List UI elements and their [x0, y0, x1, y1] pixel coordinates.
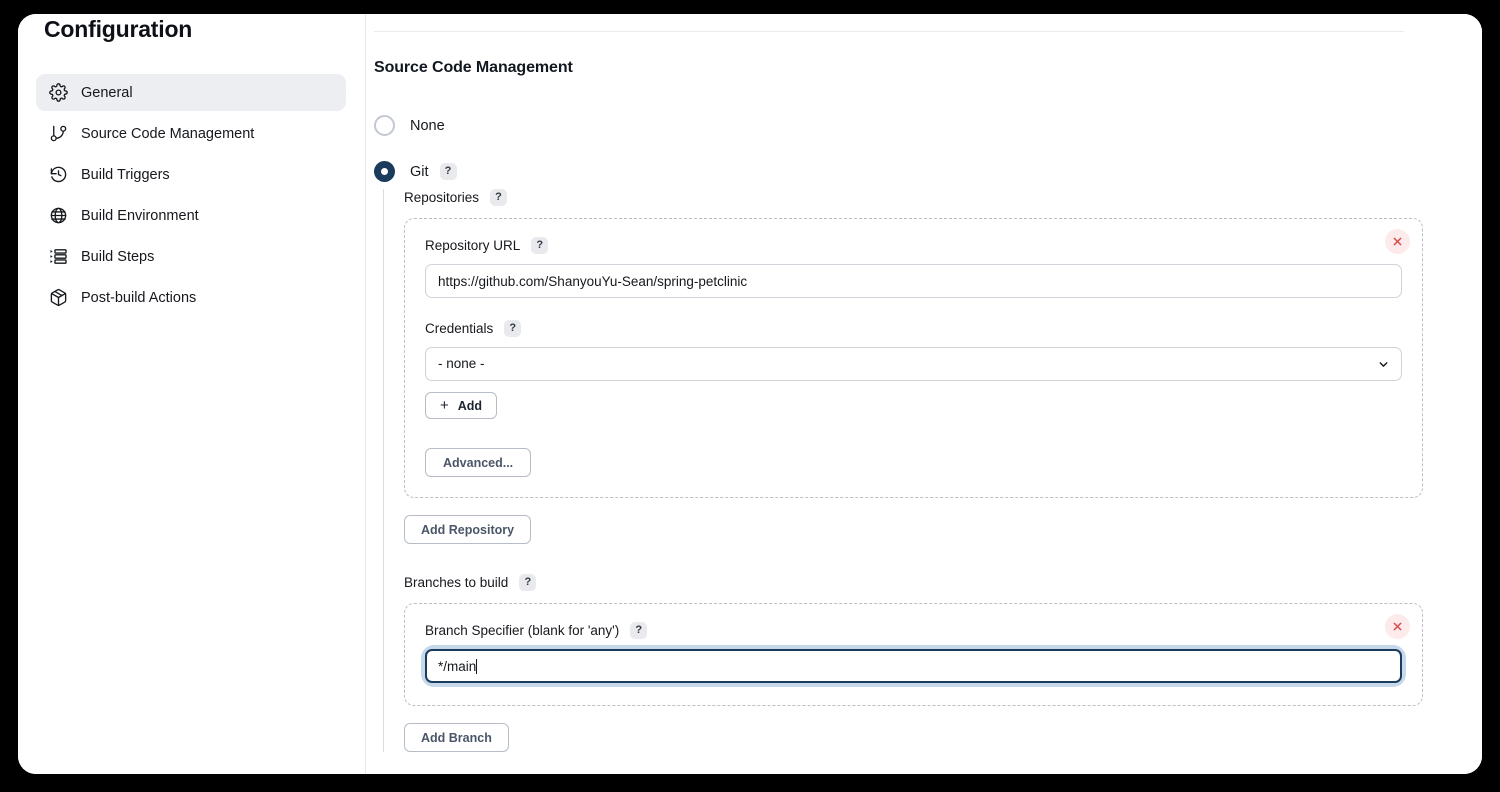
add-credential-row: + Add: [425, 392, 1402, 419]
branch-specifier-value: */main: [438, 658, 477, 674]
branch-specifier-value-wrap: */main: [438, 651, 1389, 681]
add-credential-label: Add: [457, 398, 483, 413]
plus-icon: +: [440, 397, 449, 414]
repository-url-label-row: Repository URL ?: [425, 237, 1402, 254]
radio-git-label: Git: [410, 163, 429, 180]
sidebar-item-label: Build Triggers: [81, 166, 170, 183]
help-icon-credentials[interactable]: ?: [504, 320, 522, 337]
radio-git[interactable]: [374, 161, 395, 182]
repository-entry: Repository URL ? Credentials ? - none -: [404, 218, 1423, 498]
sidebar-item-label: Build Steps: [81, 248, 155, 265]
repository-url-input[interactable]: [425, 264, 1402, 298]
branch-specifier-label-row: Branch Specifier (blank for 'any') ?: [425, 622, 1402, 639]
close-icon: [1393, 622, 1402, 631]
sidebar-item-build-steps[interactable]: Build Steps: [36, 238, 346, 275]
credentials-select-wrap: - none -: [425, 347, 1402, 381]
scm-option-git[interactable]: Git ?: [374, 161, 457, 182]
help-icon-branches[interactable]: ?: [519, 574, 537, 591]
text-cursor: [476, 658, 478, 674]
radio-none[interactable]: [374, 115, 395, 136]
sidebar-item-post-build-actions[interactable]: Post-build Actions: [36, 279, 346, 316]
configuration-page: Configuration General Source Code Manage…: [18, 14, 1482, 774]
branch-entry: Branch Specifier (blank for 'any') ? */m…: [404, 603, 1423, 706]
help-icon-branch-specifier[interactable]: ?: [630, 622, 648, 639]
branch-specifier-label: Branch Specifier (blank for 'any'): [425, 623, 620, 638]
section-title: Source Code Management: [374, 59, 573, 76]
content-top-divider: [374, 31, 1404, 32]
remove-branch-button[interactable]: [1385, 614, 1410, 639]
branches-label-row: Branches to build ?: [404, 574, 1423, 591]
sidebar-item-build-triggers[interactable]: Build Triggers: [36, 156, 346, 193]
credentials-label-row: Credentials ?: [425, 320, 1402, 337]
browser-viewport: Configuration General Source Code Manage…: [18, 14, 1482, 774]
gear-icon: [48, 83, 68, 103]
sidebar-item-label: Post-build Actions: [81, 289, 197, 306]
advanced-button[interactable]: Advanced...: [425, 448, 532, 477]
help-icon-repositories[interactable]: ?: [490, 189, 508, 206]
sidebar-item-label: Build Environment: [81, 207, 199, 224]
sidebar-item-build-environment[interactable]: Build Environment: [36, 197, 346, 234]
sidebar-item-source-code-management[interactable]: Source Code Management: [36, 115, 346, 152]
close-icon: [1393, 237, 1402, 246]
help-icon-repository-url[interactable]: ?: [531, 237, 549, 254]
add-branch-row: Add Branch: [404, 723, 1423, 752]
sidebar-item-label: Source Code Management: [81, 125, 255, 142]
page-title: Configuration: [44, 16, 193, 42]
credentials-label: Credentials: [425, 321, 494, 336]
sidebar-item-general[interactable]: General: [36, 74, 346, 111]
sidebar: Configuration General Source Code Manage…: [18, 14, 366, 774]
branches-label: Branches to build: [404, 575, 509, 590]
sidebar-nav: General Source Code Management Build Tri…: [36, 74, 346, 320]
globe-icon: [48, 206, 68, 226]
branch-specifier-input[interactable]: */main: [425, 649, 1402, 683]
branch-specifier-focus-ring: */main: [425, 649, 1402, 683]
radio-none-label: None: [410, 117, 445, 134]
clock-icon: [48, 165, 68, 185]
sidebar-item-label: General: [81, 84, 133, 101]
repository-url-label: Repository URL: [425, 238, 521, 253]
add-branch-button[interactable]: Add Branch: [404, 723, 509, 752]
repositories-label-row: Repositories ?: [404, 189, 1423, 206]
advanced-row: Advanced...: [425, 448, 1402, 477]
help-icon-git[interactable]: ?: [439, 163, 457, 180]
add-credential-button[interactable]: + Add: [425, 392, 498, 419]
scm-option-none[interactable]: None: [374, 115, 445, 136]
git-branch-icon: [48, 124, 68, 144]
credentials-select[interactable]: - none -: [425, 347, 1402, 381]
git-settings-block: Repositories ? Repository URL ? Credenti…: [383, 189, 1423, 752]
package-icon: [48, 288, 68, 308]
repositories-label: Repositories: [404, 190, 480, 205]
list-icon: [48, 247, 68, 267]
remove-repository-button[interactable]: [1385, 229, 1410, 254]
add-repository-button[interactable]: Add Repository: [404, 515, 532, 544]
add-repository-row: Add Repository: [404, 515, 1423, 544]
content-panel: Source Code Management None Git ? Reposi…: [366, 14, 1482, 774]
